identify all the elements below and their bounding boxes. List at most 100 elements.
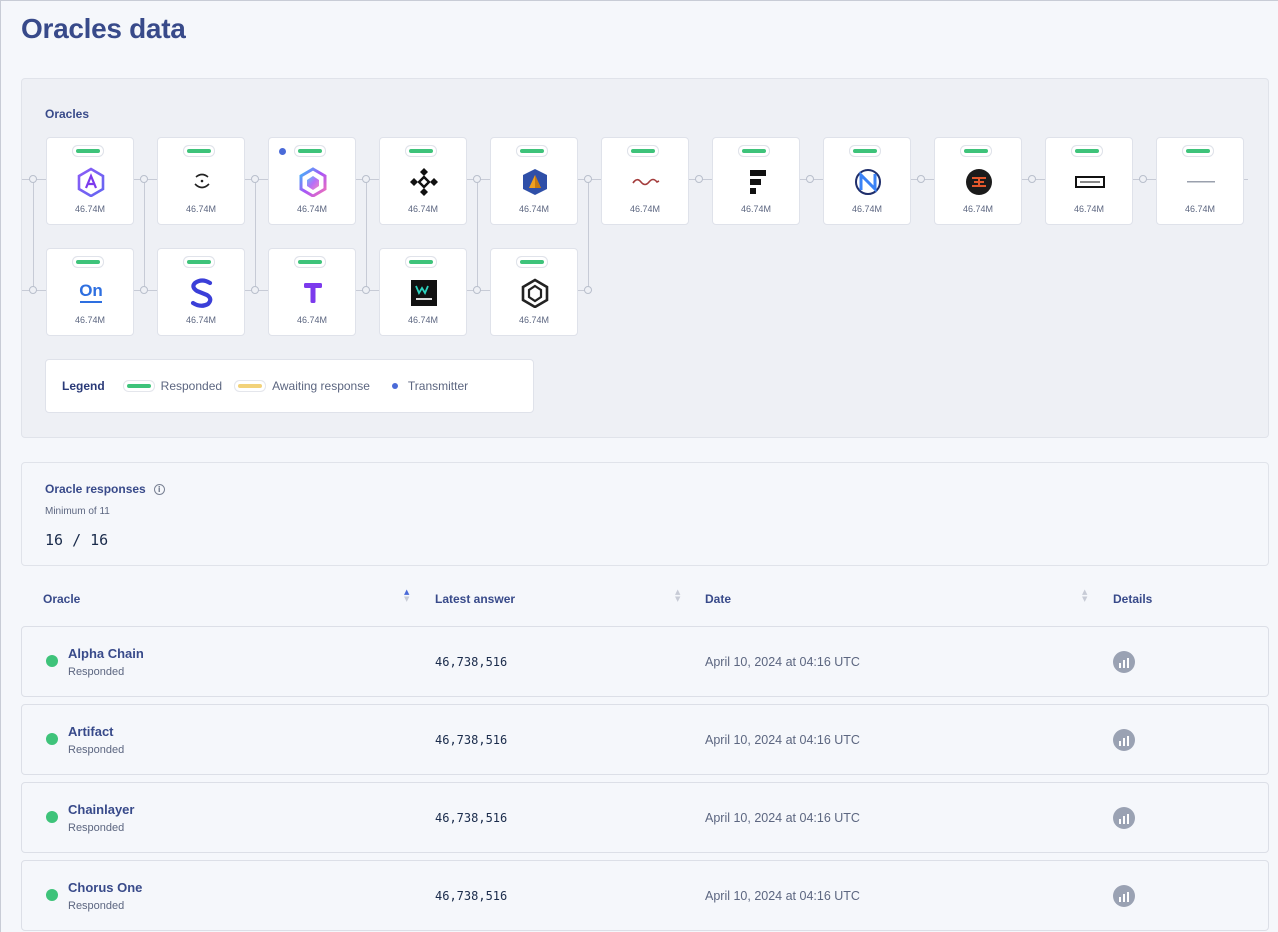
oracle-node-value: 46.74M <box>1184 204 1216 214</box>
oracle-node-on[interactable]: On 46.74M <box>46 248 134 336</box>
oracle-node-wetez[interactable]: 46.74M <box>379 248 467 336</box>
chorus-one-logo-icon <box>408 166 440 198</box>
oracle-status: Responded <box>68 744 125 756</box>
wire-junction <box>29 175 37 183</box>
oracle-node-value: 46.74M <box>74 204 106 214</box>
oracle-node-inotel[interactable]: 46.74M <box>1156 137 1244 225</box>
column-header-latest-answer[interactable]: Latest answer <box>435 592 515 606</box>
oracle-node-t[interactable]: 46.74M <box>268 248 356 336</box>
on-logo-text: On <box>79 281 103 300</box>
oracle-node-cryptomanufaktur[interactable]: 46.74M <box>490 137 578 225</box>
column-header-oracle[interactable]: Oracle <box>43 592 80 606</box>
info-icon[interactable]: i <box>153 483 165 495</box>
answer-date: April 10, 2024 at 04:16 UTC <box>705 655 860 669</box>
oracle-node-fiews[interactable]: 46.74M <box>712 137 800 225</box>
oracle-node-value: 46.74M <box>518 315 550 325</box>
table-row[interactable]: Chorus One Responded 46,738,516 April 10… <box>21 860 1269 931</box>
responded-indicator <box>409 149 433 153</box>
legend-label: Awaiting response <box>272 379 370 393</box>
connector-wire-v1 <box>33 179 34 290</box>
minimum-responses: Minimum of 11 <box>45 506 110 517</box>
cryptomanufaktur-logo-icon <box>519 166 551 198</box>
details-chart-icon[interactable] <box>1113 651 1135 673</box>
oracle-node-simplyvc[interactable]: 46.74M <box>157 248 245 336</box>
oracle-status: Responded <box>68 822 125 834</box>
responded-swatch-icon <box>126 384 151 388</box>
responded-indicator <box>964 149 988 153</box>
legend-label: Responded <box>160 379 223 393</box>
awaiting-swatch-icon <box>238 384 263 388</box>
table-header: Oracle ▲ ▼ Latest answer ▲ ▼ Date ▲ ▼ Detai… <box>21 587 1269 613</box>
table-row[interactable]: Artifact Responded 46,738,516 April 10, … <box>21 704 1269 775</box>
oracle-node-value: 46.74M <box>296 315 328 325</box>
hexagon-logo-icon <box>519 277 551 309</box>
wave-logo-icon <box>630 166 662 198</box>
sort-icon[interactable]: ▲ ▼ <box>1082 589 1087 603</box>
answer-date: April 10, 2024 at 04:16 UTC <box>705 733 860 747</box>
legend-label: Transmitter <box>407 379 469 393</box>
column-header-date[interactable]: Date <box>705 592 731 606</box>
oracle-node-newroad[interactable]: 46.74M <box>823 137 911 225</box>
oracles-panel: Oracles 46.74M 46.74M 46.74M 46.74M 46.7… <box>21 78 1269 438</box>
oracle-node-hexagon[interactable]: 46.74M <box>490 248 578 336</box>
page-title: Oracles data <box>21 13 186 44</box>
responded-indicator <box>409 260 433 264</box>
oracle-node-alpha-chain[interactable]: 46.74M <box>46 137 134 225</box>
connector-wire-v5 <box>477 179 478 290</box>
oracle-node-chorus-one[interactable]: 46.74M <box>379 137 467 225</box>
wire-junction <box>584 286 592 294</box>
oracle-node-frame[interactable]: 46.74M <box>1045 137 1133 225</box>
oracle-node-value: 46.74M <box>629 204 661 214</box>
oracle-name: Chainlayer <box>68 802 135 817</box>
fiews-logo-icon <box>741 166 773 198</box>
sort-icon[interactable]: ▲ ▼ <box>404 589 409 603</box>
wire-junction <box>1028 175 1036 183</box>
oracle-node-artifact[interactable]: 46.74M <box>157 137 245 225</box>
wire-junction <box>584 175 592 183</box>
wire-junction <box>473 286 481 294</box>
oracle-name: Chorus One <box>68 880 143 895</box>
details-chart-icon[interactable] <box>1113 729 1135 751</box>
wire-junction <box>251 175 259 183</box>
wire-junction <box>806 175 814 183</box>
oracle-responses-label: Oracle responses <box>45 482 146 496</box>
oracle-node-value: 46.74M <box>518 204 550 214</box>
details-chart-icon[interactable] <box>1113 807 1135 829</box>
table-row[interactable]: Alpha Chain Responded 46,738,516 April 1… <box>21 626 1269 697</box>
wire-junction <box>362 175 370 183</box>
oracle-responses-title: Oracle responses i <box>45 482 165 496</box>
responded-indicator <box>631 149 655 153</box>
sort-icon[interactable]: ▲ ▼ <box>675 589 680 603</box>
wire-junction <box>1139 175 1147 183</box>
oracle-node-value: 46.74M <box>1073 204 1105 214</box>
on-logo-icon: On <box>75 277 107 309</box>
responded-indicator <box>76 149 100 153</box>
wire-junction <box>251 286 259 294</box>
status-dot-icon <box>46 655 58 667</box>
oracles-panel-title: Oracles <box>45 107 90 121</box>
oracle-node-chainlayer[interactable]: 46.74M <box>268 137 356 225</box>
oracle-node-value: 46.74M <box>74 315 106 325</box>
round-logo-icon <box>963 166 995 198</box>
connector-wire-v6 <box>588 179 589 290</box>
oracle-node-dextrac[interactable]: 46.74M <box>601 137 689 225</box>
responded-indicator <box>1075 149 1099 153</box>
oracle-node-value: 46.74M <box>962 204 994 214</box>
oracle-status: Responded <box>68 666 125 678</box>
alpha-chain-logo-icon <box>75 166 107 198</box>
chainlayer-logo-icon <box>297 166 329 198</box>
column-header-details: Details <box>1113 592 1153 606</box>
responded-indicator <box>520 149 544 153</box>
s-logo-icon <box>186 277 218 309</box>
status-dot-icon <box>46 733 58 745</box>
details-chart-icon[interactable] <box>1113 885 1135 907</box>
responded-indicator <box>76 260 100 264</box>
table-row[interactable]: Chainlayer Responded 46,738,516 April 10… <box>21 782 1269 853</box>
frame-logo-icon <box>1074 166 1106 198</box>
artifact-logo-icon <box>186 166 218 198</box>
oracle-node-piertwo[interactable]: 46.74M <box>934 137 1022 225</box>
wire-junction <box>917 175 925 183</box>
wire-junction <box>695 175 703 183</box>
wire-junction <box>29 286 37 294</box>
responded-indicator <box>742 149 766 153</box>
